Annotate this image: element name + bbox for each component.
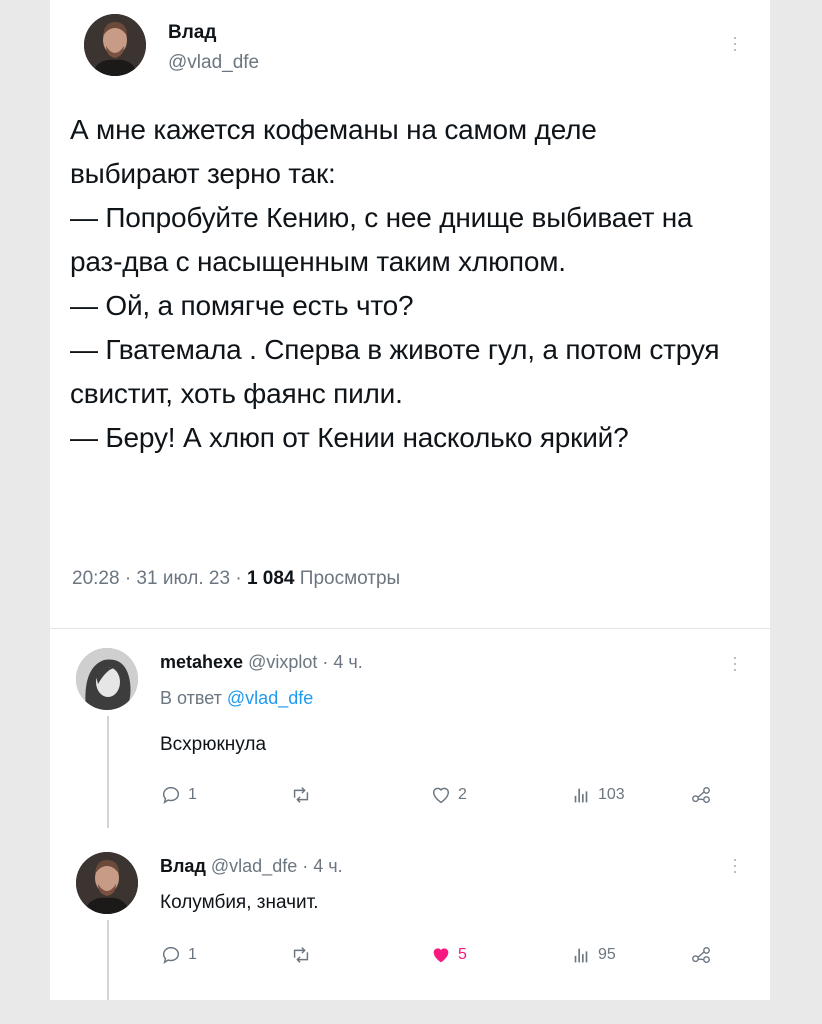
comment-count: 1 <box>188 786 197 803</box>
bar-chart-icon <box>574 788 588 803</box>
retweet-icon <box>293 947 309 963</box>
thread-line <box>107 716 109 828</box>
share-button[interactable] <box>690 784 712 806</box>
like-button[interactable]: 5 <box>430 944 467 966</box>
more-options-icon[interactable]: · · · <box>730 648 740 678</box>
reply-avatar[interactable] <box>76 648 138 710</box>
author-handle[interactable]: @vlad_dfe <box>168 52 259 74</box>
like-count: 5 <box>458 946 467 963</box>
author-avatar[interactable] <box>84 14 146 76</box>
more-options-icon[interactable]: · · · <box>730 28 740 58</box>
tweet-thread: Влад @vlad_dfe · · · А мне кажется кофеман… <box>50 0 770 1000</box>
bar-chart-icon <box>574 948 588 963</box>
like-button[interactable]: 2 <box>430 784 467 806</box>
avatar-photo <box>76 852 138 914</box>
tweet-timestamp[interactable]: 20:28 · 31 июл. 23 · <box>72 568 247 589</box>
like-count: 2 <box>458 786 467 803</box>
retweet-button[interactable] <box>290 944 318 966</box>
share-icon <box>692 946 710 964</box>
reply-author-handle[interactable]: @vlad_dfe · 4 ч. <box>211 856 343 876</box>
reply-avatar[interactable] <box>76 852 138 914</box>
comment-icon <box>162 946 179 964</box>
reply-header: Влад @vlad_dfe · 4 ч. <box>160 856 343 877</box>
comment-icon <box>162 786 179 804</box>
heart-outline-icon <box>432 787 450 804</box>
avatar-photo <box>76 648 138 710</box>
share-button[interactable] <box>690 944 712 966</box>
reply-to-prefix: В ответ <box>160 688 222 708</box>
heart-filled-icon <box>433 948 449 963</box>
reply-author-name[interactable]: metahexe <box>160 652 243 672</box>
reply-header: metahexe @vixplot · 4 ч. <box>160 652 363 673</box>
reply-text: Всхрюкнула <box>160 734 267 755</box>
comment-button[interactable]: 1 <box>160 944 197 966</box>
views-button[interactable]: 103 <box>570 784 625 806</box>
avatar-photo <box>84 14 146 76</box>
views-count: 95 <box>598 946 616 963</box>
tweet-text: А мне кажется кофеманы на самом деле выб… <box>70 114 720 453</box>
retweet-icon <box>293 787 309 803</box>
divider <box>50 628 770 629</box>
more-options-icon[interactable]: · · · <box>730 850 740 880</box>
reply-text: Колумбия, значит. <box>160 892 319 913</box>
comment-count: 1 <box>188 946 197 963</box>
reply-actions: 1 5 95 <box>160 944 720 970</box>
reply-author-name[interactable]: Влад <box>160 856 206 876</box>
views-count: 1 084 <box>246 568 295 589</box>
thread-line <box>107 920 109 1000</box>
retweet-button[interactable] <box>290 784 318 806</box>
tweet-meta: 20:28 · 31 июл. 23 · 1 084 Просмотры <box>72 568 400 590</box>
reply-actions: 1 2 103 <box>160 784 720 810</box>
views-count: 103 <box>598 786 625 803</box>
views-label: Просмотры <box>299 568 401 589</box>
reply-author-handle[interactable]: @vixplot · 4 ч. <box>248 652 363 672</box>
author-name[interactable]: Влад <box>168 22 216 44</box>
comment-button[interactable]: 1 <box>160 784 197 806</box>
views-button[interactable]: 95 <box>570 944 616 966</box>
share-icon <box>692 786 710 804</box>
reply-to-line: В ответ @vlad_dfe <box>160 688 313 709</box>
reply-to-link[interactable]: @vlad_dfe <box>227 688 313 708</box>
